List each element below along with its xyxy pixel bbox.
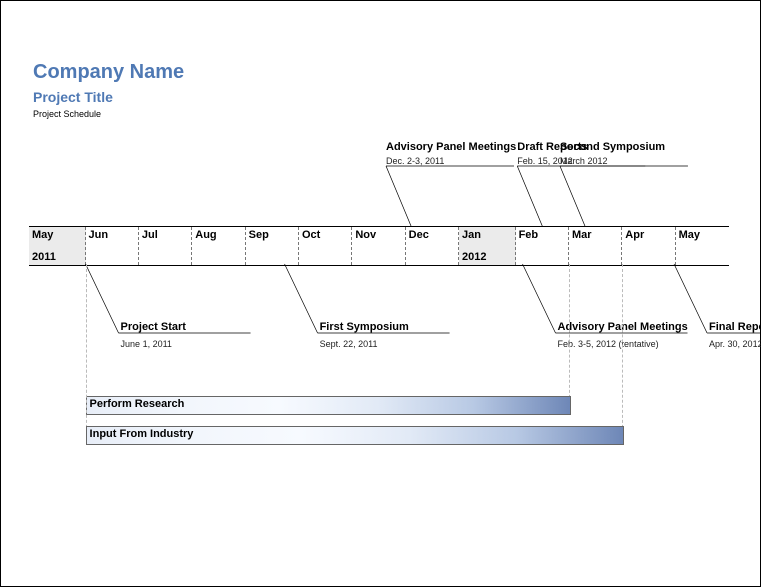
timeline-cell: May 2011: [29, 227, 86, 265]
document-page: { "header": { "company": "Company Name",…: [0, 0, 761, 587]
timeline-cell: Mar: [569, 227, 622, 265]
timeline-cell: Dec: [406, 227, 459, 265]
timeline-cell: Jun: [86, 227, 139, 265]
month-label: May: [32, 229, 53, 241]
task-guide: [569, 264, 570, 413]
company-name: Company Name: [33, 61, 184, 84]
month-label: Nov: [355, 229, 376, 241]
timeline-cell: Aug: [192, 227, 245, 265]
month-label: Dec: [409, 229, 429, 241]
connector-lines: [1, 1, 761, 588]
task-guide: [622, 264, 623, 443]
milestone-date: Feb. 3-5, 2012 (tentative): [558, 339, 659, 349]
timeline-cell: Jul: [139, 227, 192, 265]
month-label: May: [679, 229, 700, 241]
project-subtitle: Project Schedule: [33, 109, 101, 119]
milestone-title: Second Symposium: [560, 141, 665, 153]
milestone-date: Apr. 30, 2012: [709, 339, 761, 349]
timeline-cell: Apr: [622, 227, 675, 265]
year-label: 2012: [462, 251, 486, 263]
month-label: Mar: [572, 229, 592, 241]
month-label: Jul: [142, 229, 158, 241]
milestone-title: Advisory Panel Meetings: [386, 141, 516, 153]
project-title: Project Title: [33, 89, 113, 105]
month-label: Jun: [89, 229, 109, 241]
milestone-title: Final Reports: [709, 321, 761, 333]
month-label: Apr: [625, 229, 644, 241]
milestone-date: March 2012: [560, 156, 608, 166]
milestone-title: First Symposium: [320, 321, 409, 333]
timeline-cell: Nov: [352, 227, 405, 265]
timeline-cell: May: [676, 227, 729, 265]
milestone-date: June 1, 2011: [121, 339, 172, 349]
year-label: 2011: [32, 251, 56, 263]
task-label: Input From Industry: [90, 428, 194, 440]
month-label: Oct: [302, 229, 320, 241]
milestone-date: Sept. 22, 2011: [320, 339, 378, 349]
month-label: Aug: [195, 229, 216, 241]
milestone-date: Dec. 2-3, 2011: [386, 156, 444, 166]
timeline-cell: Feb: [516, 227, 569, 265]
month-label: Feb: [519, 229, 539, 241]
month-label: Sep: [249, 229, 269, 241]
timeline-axis: May 2011 Jun Jul Aug Sep Oct Nov Dec Jan 2012 Feb Ma…: [29, 226, 729, 266]
timeline-cell: Oct: [299, 227, 352, 265]
task-label: Perform Research: [90, 398, 185, 410]
milestone-title: Project Start: [121, 321, 186, 333]
timeline-cell: Sep: [246, 227, 299, 265]
month-label: Jan: [462, 229, 481, 241]
timeline-cell: Jan 2012: [459, 227, 516, 265]
task-guide: [86, 264, 87, 443]
